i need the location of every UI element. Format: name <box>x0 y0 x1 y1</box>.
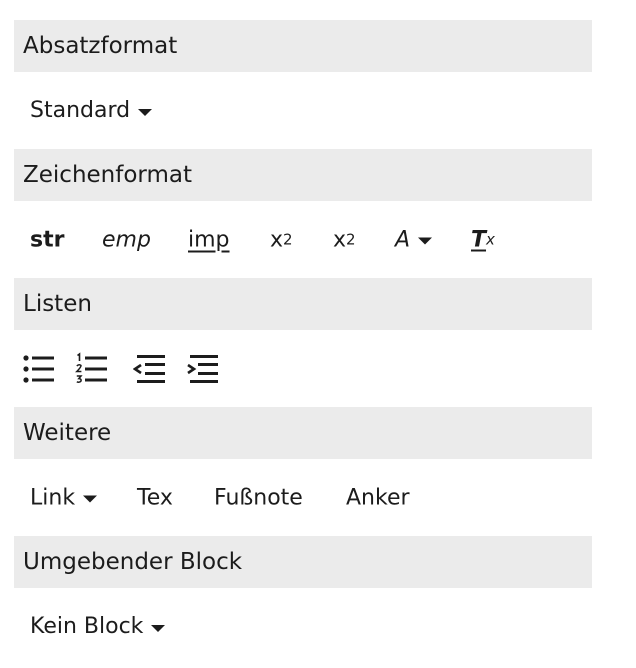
numbered-list-icon[interactable] <box>75 351 109 386</box>
section-body-character-format: str emp imp x2 x2 A Tx <box>14 201 592 278</box>
paragraph-format-dropdown[interactable]: Standard <box>30 98 153 123</box>
surrounding-block-dropdown[interactable]: Kein Block <box>30 614 166 639</box>
footnote-button[interactable]: Fußnote <box>214 485 303 510</box>
text-color-label: A <box>395 227 411 252</box>
subscript-button[interactable]: x2 <box>333 227 356 252</box>
formatting-panel: Absatzformat Standard Zeichenformat str … <box>14 20 592 665</box>
chevron-down-icon <box>418 237 433 245</box>
anchor-button[interactable]: Anker <box>346 485 410 510</box>
section-surrounding-block: Umgebender Block Kein Block <box>14 536 592 665</box>
section-body-more: Link Tex Fußnote Anker <box>14 459 592 536</box>
section-body-surrounding-block: Kein Block <box>14 588 592 665</box>
section-header-lists: Listen <box>14 278 592 330</box>
strong-button[interactable]: str <box>30 227 64 252</box>
chevron-down-icon <box>83 495 98 503</box>
section-header-surrounding-block: Umgebender Block <box>14 536 592 588</box>
section-character-format: Zeichenformat str emp imp x2 x2 A Tx <box>14 149 592 278</box>
emphasis-button[interactable]: emp <box>102 227 151 252</box>
section-header-more: Weitere <box>14 407 592 459</box>
indent-icon[interactable] <box>186 352 220 386</box>
clear-format-icon: T <box>471 227 487 252</box>
outdent-icon[interactable] <box>133 352 167 386</box>
section-body-lists <box>14 330 592 407</box>
chevron-down-icon <box>138 108 153 116</box>
section-lists: Listen <box>14 278 592 407</box>
tex-button[interactable]: Tex <box>137 485 173 510</box>
section-paragraph-format: Absatzformat Standard <box>14 20 592 149</box>
link-dropdown[interactable]: Link <box>30 485 98 510</box>
subscript-base: x <box>333 227 347 252</box>
important-button[interactable]: imp <box>188 227 230 252</box>
paragraph-format-label: Standard <box>30 98 131 123</box>
section-body-paragraph-format: Standard <box>14 72 592 149</box>
bulleted-list-icon[interactable] <box>22 352 56 386</box>
text-color-dropdown[interactable]: A <box>395 227 433 252</box>
section-more: Weitere Link Tex Fußnote Anker <box>14 407 592 536</box>
superscript-base: x <box>270 227 284 252</box>
chevron-down-icon <box>151 624 166 632</box>
surrounding-block-label: Kein Block <box>30 614 144 639</box>
superscript-button[interactable]: x2 <box>270 227 293 252</box>
link-label: Link <box>30 485 76 510</box>
clear-format-button[interactable]: Tx <box>471 227 495 252</box>
section-header-character-format: Zeichenformat <box>14 149 592 201</box>
section-header-paragraph-format: Absatzformat <box>14 20 592 72</box>
